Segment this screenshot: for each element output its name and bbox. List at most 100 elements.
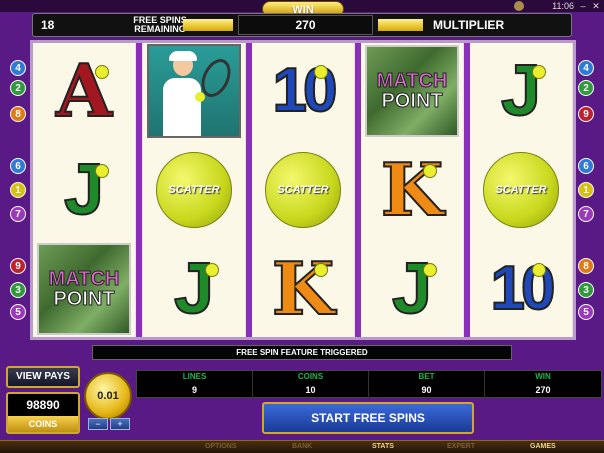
tennis-ball-icon xyxy=(95,164,109,178)
symbol-scatter: SCATTER xyxy=(254,142,352,238)
minimize-icon[interactable]: – xyxy=(578,1,588,11)
balance-label: COINS xyxy=(8,416,78,432)
bet-stats: LINES 9 COINS 10 BET 90 WIN 270 xyxy=(136,370,602,399)
match-text: MATCH xyxy=(48,268,120,290)
symbol-j: J xyxy=(145,241,243,337)
coin-balance: 98890 COINS xyxy=(6,392,80,434)
win-value: 270 xyxy=(238,15,373,35)
symbol-scatter: SCATTER xyxy=(472,142,570,238)
payline-badge-left[interactable]: 6 xyxy=(10,158,26,174)
payline-badge-left[interactable]: 2 xyxy=(10,80,26,96)
clock-icon xyxy=(514,1,524,11)
scatter-text: SCATTER xyxy=(277,184,329,196)
reel-3: 10 SCATTER K xyxy=(252,43,354,337)
symbol-tennis-player xyxy=(145,43,243,139)
match-point-logo: MATCH POINT xyxy=(365,45,459,137)
menu-stats[interactable]: STATS xyxy=(372,441,394,453)
reel-2: SCATTER J xyxy=(143,43,245,337)
payline-badge-right[interactable]: 9 xyxy=(578,106,594,122)
payline-badge-right[interactable]: 2 xyxy=(578,80,594,96)
stat-value: 270 xyxy=(535,385,551,395)
payline-badge-left[interactable]: 3 xyxy=(10,282,26,298)
symbol-match-point: MATCH POINT xyxy=(363,43,461,139)
reel-5: J SCATTER 10 xyxy=(470,43,572,337)
payline-badge-left[interactable]: 5 xyxy=(10,304,26,320)
stat-value: 90 xyxy=(421,385,432,395)
free-spins-count: 18 xyxy=(41,18,55,32)
gold-bar-left xyxy=(183,19,233,31)
payline-badge-left[interactable]: 4 xyxy=(10,60,26,76)
bottom-menu: OPTIONS BANK STATS EXPERT GAMES xyxy=(0,440,604,453)
symbol-k: K xyxy=(363,142,461,238)
scatter-ball-icon: SCATTER xyxy=(483,152,559,228)
symbol-k: K xyxy=(254,241,352,337)
payline-badge-right[interactable]: 3 xyxy=(578,282,594,298)
clock-time: 11:06 xyxy=(552,1,574,11)
tennis-ball-icon xyxy=(532,263,546,277)
balance-value: 98890 xyxy=(26,398,60,412)
coin-size-button[interactable]: 0.01 xyxy=(84,372,132,420)
gold-bar-right xyxy=(378,19,423,31)
payline-badge-left[interactable]: 8 xyxy=(10,106,26,122)
match-text: MATCH xyxy=(376,70,448,92)
symbol-a: A xyxy=(35,43,133,139)
payline-badge-left[interactable]: 1 xyxy=(10,182,26,198)
payline-badge-left[interactable]: 9 xyxy=(10,258,26,274)
message-bar: FREE SPIN FEATURE TRIGGERED xyxy=(92,345,512,360)
control-panel: VIEW PAYS 98890 COINS 0.01 − + LINES 9 C… xyxy=(0,362,604,440)
stat-bet: BET 90 xyxy=(369,371,485,399)
tennis-ball-icon xyxy=(532,65,546,79)
reel-4: MATCH POINT K J xyxy=(361,43,463,337)
stat-label: COINS xyxy=(297,372,324,381)
payline-badge-right[interactable]: 7 xyxy=(578,206,594,222)
scatter-text: SCATTER xyxy=(495,184,547,196)
reel-frame: A J MATCH POINT SCATTER J 10 SCATTER K MATCH POINT… xyxy=(30,40,576,340)
stat-label: BET xyxy=(418,372,435,381)
start-free-spins-button[interactable]: START FREE SPINS xyxy=(262,402,474,434)
scatter-text: SCATTER xyxy=(168,184,220,196)
symbol-match-point: MATCH POINT xyxy=(35,241,133,337)
payline-badge-left[interactable]: 7 xyxy=(10,206,26,222)
stat-win: WIN 270 xyxy=(485,371,601,399)
tennis-player-icon xyxy=(147,44,241,138)
point-text: POINT xyxy=(53,288,115,310)
symbol-j: J xyxy=(35,142,133,238)
stat-label: WIN xyxy=(535,372,551,381)
scatter-ball-icon: SCATTER xyxy=(156,152,232,228)
tennis-ball-icon xyxy=(314,263,328,277)
symbol-10: 10 xyxy=(472,241,570,337)
payline-badge-right[interactable]: 6 xyxy=(578,158,594,174)
close-icon[interactable]: ✕ xyxy=(591,1,601,11)
coin-decrease-button[interactable]: − xyxy=(88,418,108,430)
header-bar: 18 FREE SPINS REMAINING 270 MULTIPLIER xyxy=(32,13,572,37)
payline-badge-right[interactable]: 5 xyxy=(578,304,594,320)
scatter-ball-icon: SCATTER xyxy=(265,152,341,228)
match-point-logo: MATCH POINT xyxy=(37,243,131,335)
stat-lines: LINES 9 xyxy=(137,371,253,399)
symbol-j: J xyxy=(472,43,570,139)
multiplier-label: MULTIPLIER xyxy=(433,18,505,32)
coin-increase-button[interactable]: + xyxy=(110,418,130,430)
menu-options[interactable]: OPTIONS xyxy=(205,441,237,453)
stat-value: 10 xyxy=(305,385,316,395)
tennis-ball-icon xyxy=(314,65,328,79)
menu-bank[interactable]: BANK xyxy=(292,441,312,453)
menu-games[interactable]: GAMES xyxy=(530,441,556,453)
tennis-ball-icon xyxy=(423,164,437,178)
menu-expert[interactable]: EXPERT xyxy=(447,441,475,453)
symbol-scatter: SCATTER xyxy=(145,142,243,238)
symbol-j: J xyxy=(363,241,461,337)
tennis-ball-icon xyxy=(205,263,219,277)
point-text: POINT xyxy=(381,90,443,112)
view-pays-button[interactable]: VIEW PAYS xyxy=(6,366,80,388)
symbol-10: 10 xyxy=(254,43,352,139)
stat-coins: COINS 10 xyxy=(253,371,369,399)
payline-badge-right[interactable]: 1 xyxy=(578,182,594,198)
tennis-ball-icon xyxy=(423,263,437,277)
tennis-ball-icon xyxy=(95,65,109,79)
payline-badge-right[interactable]: 8 xyxy=(578,258,594,274)
reel-1: A J MATCH POINT xyxy=(33,43,135,337)
payline-badge-right[interactable]: 4 xyxy=(578,60,594,76)
reel-separator xyxy=(136,43,142,337)
stat-value: 9 xyxy=(191,385,197,395)
